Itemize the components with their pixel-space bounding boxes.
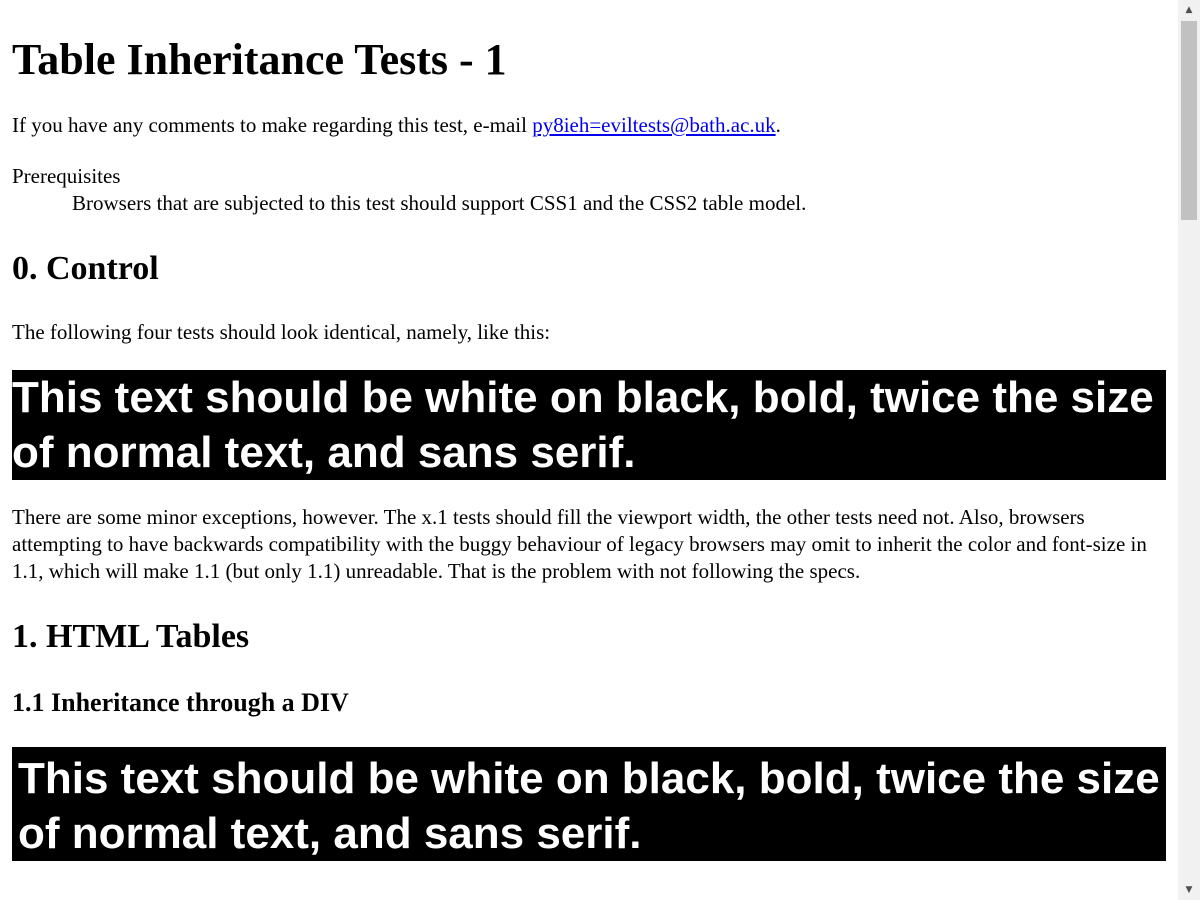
section-heading-html-tables: 1. HTML Tables (12, 618, 250, 655)
section-heading-control: 0. Control (12, 250, 159, 287)
prerequisites-list: Prerequisites Browsers that are subjecte… (12, 163, 1166, 217)
control-lead: The following four tests should look ide… (12, 320, 551, 344)
intro-suffix: . (775, 113, 781, 137)
document-content: Table Inheritance Tests - 1 If you have … (0, 34, 1178, 861)
control-sample-box: This text should be white on black, bold… (12, 370, 1166, 480)
intro-prefix: If you have any comments to make regardi… (12, 113, 533, 137)
exceptions-paragraph: There are some minor exceptions, however… (12, 505, 1147, 583)
prerequisites-term: Prerequisites (12, 164, 121, 188)
page-title: Table Inheritance Tests - 1 (12, 35, 507, 84)
vertical-scrollbar[interactable]: ▲ ▼ (1178, 0, 1200, 900)
scroll-down-icon[interactable]: ▼ (1178, 880, 1200, 900)
subsection-heading-div: 1.1 Inheritance through a DIV (12, 688, 349, 717)
prerequisites-definition: Browsers that are subjected to this test… (72, 191, 807, 215)
intro-paragraph: If you have any comments to make regardi… (12, 112, 1166, 139)
scrollbar-thumb[interactable] (1181, 21, 1197, 220)
div-test-box: This text should be white on black, bold… (12, 747, 1166, 861)
email-link[interactable]: py8ieh=eviltests@bath.ac.uk (532, 113, 775, 137)
scroll-up-icon[interactable]: ▲ (1178, 0, 1200, 20)
document-page: Table Inheritance Tests - 1 If you have … (0, 0, 1178, 900)
